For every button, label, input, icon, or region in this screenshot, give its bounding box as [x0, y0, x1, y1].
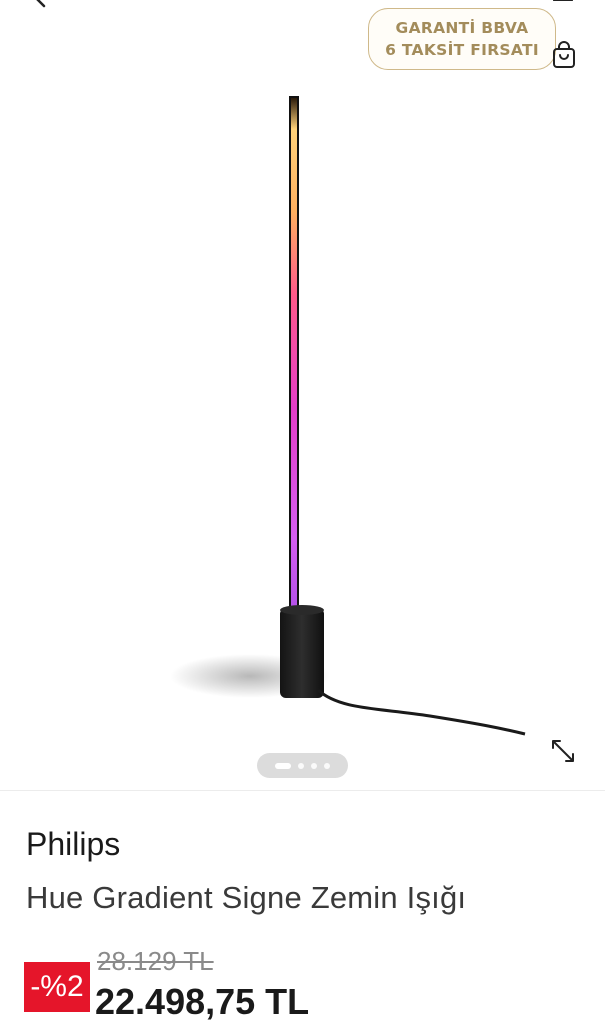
current-price: 22.498,75 TL [95, 981, 310, 1022]
chevron-left-icon[interactable] [30, 0, 54, 8]
pager-dot-active[interactable] [275, 762, 291, 769]
cart-icon[interactable] [549, 0, 577, 4]
pager-dot[interactable] [324, 762, 330, 769]
pager-dot[interactable] [298, 762, 304, 769]
image-pager[interactable] [257, 753, 348, 778]
pager-dot[interactable] [311, 762, 317, 769]
promo-line-1: GARANTİ BBVA [395, 19, 529, 37]
divider [0, 790, 605, 791]
promo-line-2: 6 TAKSİT FIRSATI [385, 41, 539, 59]
installment-promo-badge[interactable]: GARANTİ BBVA 6 TAKSİT FIRSATI [368, 8, 556, 70]
product-image [170, 96, 526, 736]
product-image-gallery[interactable] [0, 78, 605, 790]
discount-badge: -%2 [24, 962, 90, 1012]
old-price: 28.129 TL [97, 946, 214, 976]
brand-name[interactable]: Philips [26, 826, 120, 863]
expand-icon[interactable] [548, 736, 578, 766]
product-title: Hue Gradient Signe Zemin Işığı [26, 880, 467, 915]
shopping-bag-icon[interactable] [550, 40, 578, 70]
